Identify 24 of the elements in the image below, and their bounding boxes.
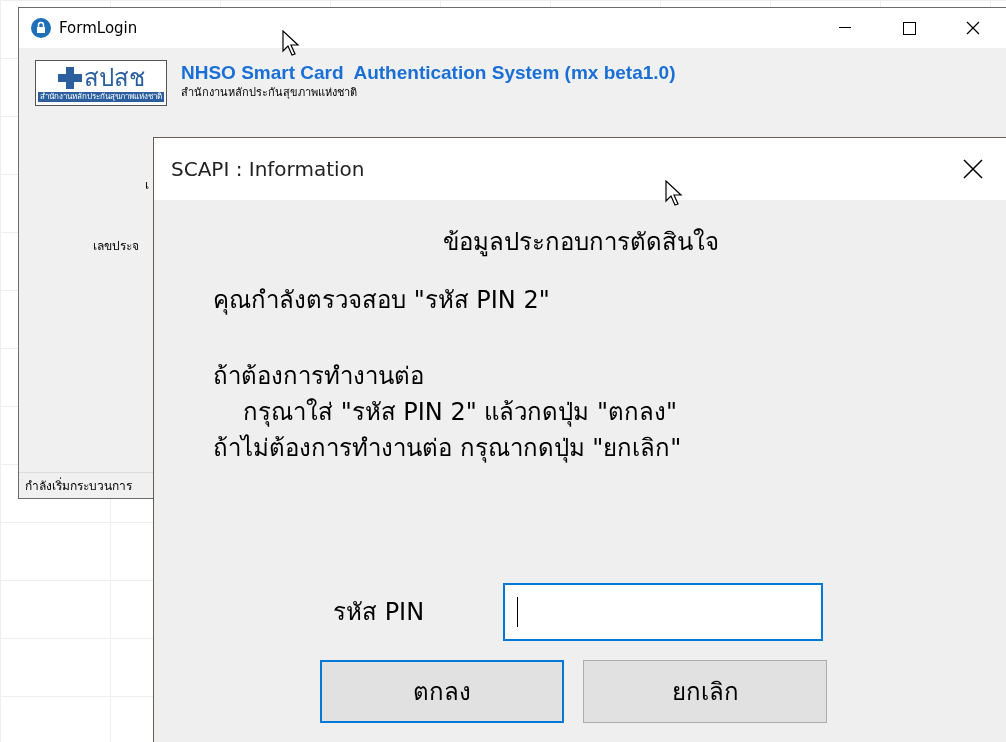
message-text: ถ้าต้องการทำงานต่อ xyxy=(213,361,424,392)
close-icon xyxy=(966,21,980,35)
app-title: NHSO Smart Card Authentication System (mx beta1.0) xyxy=(181,61,676,85)
status-text: กำลังเริ่มกระบวนการ xyxy=(25,476,132,495)
pin-label: รหัส PIN xyxy=(333,597,426,628)
field-label: เลขประจ xyxy=(93,238,139,255)
app-subtitle: สำนักงานหลักประกันสุขภาพแห่งชาติ xyxy=(181,86,358,100)
dialog-title: SCAPI : Information xyxy=(171,156,365,183)
message-text: กรุณาใส่ "รหัส PIN 2" แล้วกดปุ่ม "ตกลง" xyxy=(243,397,678,429)
maximize-icon xyxy=(902,21,916,35)
dialog-button[interactable]: ยกเลิก xyxy=(583,660,827,723)
window-title: FormLogin xyxy=(59,17,138,39)
field-label: เ xyxy=(145,177,149,194)
pin-input-field[interactable] xyxy=(503,583,823,641)
cross-logo-icon xyxy=(57,67,82,89)
close-icon xyxy=(963,159,983,179)
dialog-heading: ข้อมูลประกอบการตัดสินใจ xyxy=(442,227,719,259)
minimize-icon xyxy=(839,27,851,29)
message-text: ถ้าไม่ต้องการทำงานต่อ กรุณากดปุ่ม "ยกเลิก" xyxy=(213,433,682,465)
logo-text: สปสช xyxy=(83,64,145,92)
logo-caption: สำนักงานหลักประกันสุขภาพแห่งชาติ xyxy=(38,92,164,102)
lock-icon xyxy=(31,18,51,38)
dialog-button[interactable]: ตกลง xyxy=(320,660,564,723)
message-text: คุณกำลังตรวจสอบ "รหัส PIN 2" xyxy=(213,285,550,317)
